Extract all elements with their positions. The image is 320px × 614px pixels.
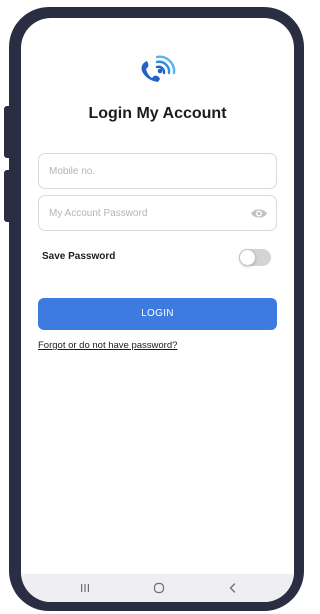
save-password-label: Save Password [42,251,116,262]
mobile-field[interactable] [38,153,277,189]
mobile-input[interactable] [49,154,249,188]
save-password-toggle[interactable] [239,249,271,266]
password-field[interactable] [38,195,277,231]
page-title: Login My Account [88,105,227,122]
eye-icon[interactable] [250,207,268,220]
toggle-knob[interactable] [239,249,256,266]
recent-apps-icon[interactable] [78,581,92,595]
home-icon[interactable] [152,581,166,595]
password-input[interactable] [49,196,249,230]
forgot-password-link[interactable]: Forgot or do not have password? [38,340,177,351]
power-button [4,170,13,222]
back-icon[interactable] [226,581,240,595]
login-button[interactable]: LOGIN [38,298,277,330]
system-navigation-bar [21,574,294,602]
volume-button [4,106,13,158]
app-screen: Login My Account Save Password LOGIN For… [21,18,294,602]
wifi-call-logo-icon [141,55,176,82]
